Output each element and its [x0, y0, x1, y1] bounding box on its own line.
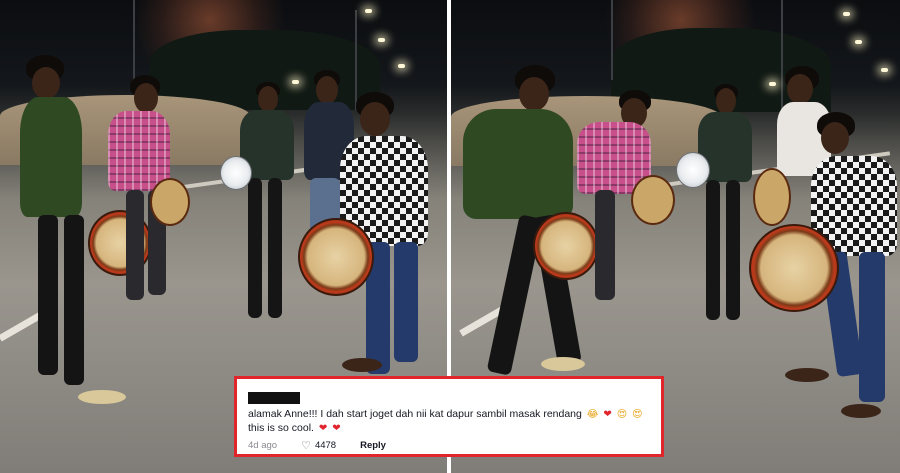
- thavil-drum: [749, 224, 839, 312]
- street-lamp: [843, 12, 850, 16]
- street-lamp: [881, 68, 888, 72]
- reply-button[interactable]: Reply: [360, 440, 386, 451]
- street-lamp: [769, 82, 776, 86]
- side-drum: [753, 168, 791, 226]
- street-lamp: [365, 9, 372, 13]
- comment-text-line-2: this is so cool.: [248, 422, 314, 434]
- lamp-pole: [133, 0, 135, 80]
- street-lamp: [378, 38, 385, 42]
- heart-emoji: ❤: [603, 409, 612, 420]
- laugh-emoji: 😂: [586, 409, 599, 420]
- heart-emoji: ❤: [318, 423, 328, 434]
- comment-card: alamak Anne!!! I dah start joget dah nii…: [234, 376, 664, 457]
- heart-eyes-emoji: 😍: [632, 409, 643, 420]
- thavil-drum: [533, 212, 599, 280]
- thavil-drum: [298, 218, 374, 296]
- side-drum: [150, 178, 190, 226]
- comment-text-line-1: alamak Anne!!! I dah start joget dah nii…: [248, 408, 582, 420]
- like-count: 4478: [314, 439, 337, 451]
- street-lamp: [855, 40, 862, 44]
- megaphone: [220, 156, 252, 190]
- heart-outline-icon[interactable]: ♡: [301, 439, 311, 452]
- lamp-pole: [355, 10, 357, 110]
- comment-age: 4d ago: [248, 439, 278, 451]
- side-drum: [631, 175, 675, 225]
- comment-body: alamak Anne!!! I dah start joget dah nii…: [248, 407, 653, 435]
- lamp-pole: [781, 0, 783, 110]
- street-lamp: [398, 64, 405, 68]
- redacted-username: [248, 392, 300, 404]
- megaphone: [676, 152, 710, 188]
- comment-line-1: alamak Anne!!! I dah start joget dah nii…: [248, 407, 653, 421]
- heart-emoji: ❤: [332, 423, 341, 434]
- lamp-pole: [611, 0, 613, 80]
- street-lamp: [292, 80, 299, 84]
- heart-eyes-emoji: 😍: [616, 409, 628, 420]
- comment-meta: 4d ago ♡ 4478 Reply: [248, 438, 386, 452]
- comment-line-2: this is so cool. ❤ ❤: [248, 421, 653, 435]
